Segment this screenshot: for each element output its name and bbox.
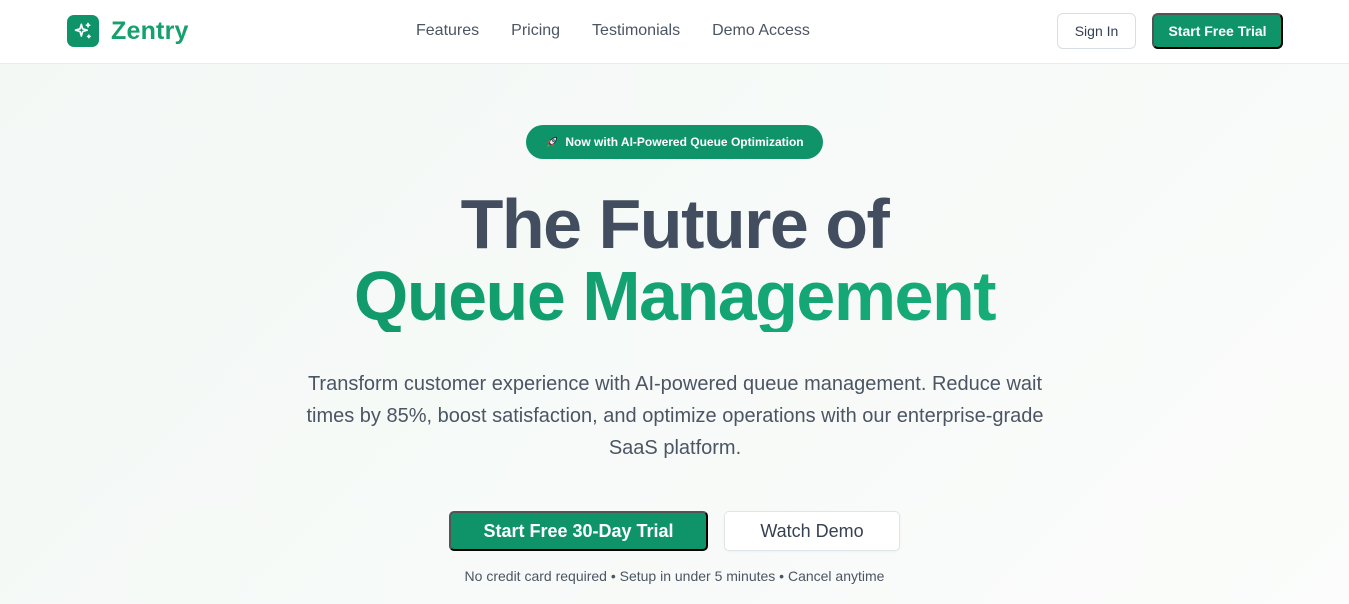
- hero-headline: The Future of Queue Management: [0, 188, 1349, 332]
- sign-in-button[interactable]: Sign In: [1057, 13, 1136, 49]
- start-30-day-trial-button[interactable]: Start Free 30-Day Trial: [449, 511, 708, 551]
- trial-note: No credit card required • Setup in under…: [464, 568, 885, 584]
- top-navigation: Zentry Features Pricing Testimonials Dem…: [0, 0, 1349, 64]
- nav-link-features[interactable]: Features: [416, 20, 479, 42]
- sparkles-icon: [67, 15, 99, 47]
- headline-line-2: Queue Management: [0, 260, 1349, 332]
- headline-line-1: The Future of: [460, 185, 890, 263]
- brand-name: Zentry: [111, 16, 189, 45]
- nav-link-testimonials[interactable]: Testimonials: [592, 20, 680, 42]
- badge-text: Now with AI-Powered Queue Optimization: [565, 135, 804, 149]
- nav-links: Features Pricing Testimonials Demo Acces…: [416, 20, 810, 42]
- watch-demo-button[interactable]: Watch Demo: [724, 511, 900, 551]
- hero-subtitle: Transform customer experience with AI-po…: [306, 373, 1044, 459]
- start-free-trial-button[interactable]: Start Free Trial: [1152, 13, 1283, 49]
- nav-link-pricing[interactable]: Pricing: [511, 20, 560, 42]
- announcement-badge: Now with AI-Powered Queue Optimization: [526, 125, 823, 159]
- brand[interactable]: Zentry: [67, 15, 189, 47]
- nav-link-demo-access[interactable]: Demo Access: [712, 20, 810, 42]
- rocket-icon: [545, 135, 559, 149]
